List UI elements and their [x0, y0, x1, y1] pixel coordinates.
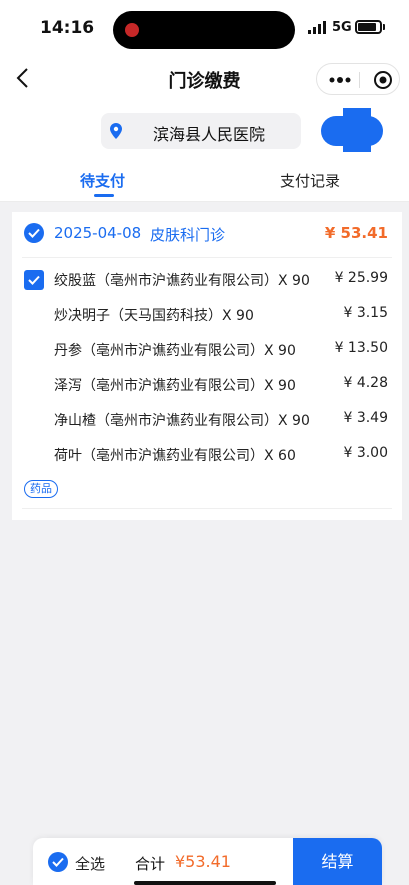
- medicine-tag: 药品: [24, 480, 58, 498]
- tab-active-indicator: [94, 194, 114, 197]
- dynamic-island: [113, 11, 295, 49]
- item-price: ¥ 25.99: [334, 270, 388, 286]
- visit-total: ¥ 53.41: [324, 224, 388, 242]
- visit-card: 2025-04-08 皮肤科门诊 ¥ 53.41 绞股蓝（亳州市沪谯药业有限公司…: [12, 212, 402, 520]
- payment-tabs: 待支付 支付记录: [0, 160, 409, 202]
- network-label: 5G: [332, 20, 352, 35]
- visit-checkbox[interactable]: [24, 223, 44, 243]
- select-all-checkbox[interactable]: [48, 852, 68, 872]
- recording-dot-icon: [125, 23, 139, 37]
- visit-department: 皮肤科门诊: [150, 226, 226, 244]
- item-name: 泽泻（亳州市沪谯药业有限公司）X 90: [54, 378, 296, 394]
- item-price: ¥ 13.50: [334, 340, 388, 356]
- visit-date: 2025-04-08: [54, 224, 142, 242]
- card-divider: [22, 508, 392, 509]
- capsule-divider: [359, 72, 360, 88]
- tab-payment-records[interactable]: 支付记录: [280, 170, 340, 191]
- hospital-name: 滨海县人民医院: [153, 125, 266, 144]
- redacted-blue-button[interactable]: [321, 108, 383, 152]
- total-label: 合计: [135, 855, 166, 873]
- item-price: ¥ 3.49: [343, 410, 388, 426]
- checkmark-icon: [28, 228, 40, 238]
- item-name: 净山楂（亳州市沪谯药业有限公司）X 90: [54, 413, 310, 429]
- hospital-selector[interactable]: 滨海县人民医院: [101, 113, 301, 149]
- item-checkbox[interactable]: [24, 270, 44, 290]
- item-price: ¥ 3.00: [343, 445, 388, 461]
- location-pin-icon: [110, 123, 122, 139]
- item-name: 炒决明子（天马国药科技）X 90: [54, 308, 254, 324]
- list-item: 丹参（亳州市沪谯药业有限公司）X 90 ¥ 13.50: [12, 338, 402, 362]
- tab-pending-payment[interactable]: 待支付: [80, 170, 125, 191]
- mini-program-capsule: [316, 63, 400, 95]
- target-circle-icon[interactable]: [373, 70, 393, 90]
- redaction-block: [343, 108, 371, 152]
- list-item: 泽泻（亳州市沪谯药业有限公司）X 90 ¥ 4.28: [12, 373, 402, 397]
- list-item: 净山楂（亳州市沪谯药业有限公司）X 90 ¥ 3.49: [12, 408, 402, 432]
- item-name: 绞股蓝（亳州市沪谯药业有限公司）X 90: [54, 273, 310, 289]
- checkout-bar: 全选 合计 ¥53.41 结算: [33, 838, 382, 885]
- more-dots-icon[interactable]: [329, 77, 351, 83]
- nav-bar: 门诊缴费: [0, 56, 409, 104]
- card-divider: [22, 257, 392, 258]
- status-bar: 14:16 5G: [0, 0, 409, 56]
- checkout-button[interactable]: 结算: [293, 838, 382, 885]
- list-item: 炒决明子（天马国药科技）X 90 ¥ 3.15: [12, 303, 402, 327]
- battery-cap: [383, 24, 385, 30]
- checkmark-icon: [28, 275, 40, 285]
- item-name: 荷叶（亳州市沪谯药业有限公司）X 60: [54, 448, 296, 464]
- signal-icon: [308, 21, 326, 34]
- hospital-selector-row: 滨海县人民医院: [0, 104, 409, 160]
- battery-icon: [355, 20, 382, 34]
- home-indicator: [134, 881, 276, 885]
- item-name: 丹参（亳州市沪谯药业有限公司）X 90: [54, 343, 296, 359]
- select-all-label[interactable]: 全选: [75, 853, 105, 874]
- checkmark-icon: [52, 857, 64, 867]
- list-item: 荷叶（亳州市沪谯药业有限公司）X 60 ¥ 3.00: [12, 443, 402, 467]
- total-amount: ¥53.41: [175, 852, 231, 871]
- list-item: 绞股蓝（亳州市沪谯药业有限公司）X 90 ¥ 25.99: [12, 268, 402, 292]
- status-time: 14:16: [40, 18, 95, 38]
- item-price: ¥ 4.28: [343, 375, 388, 391]
- item-price: ¥ 3.15: [343, 305, 388, 321]
